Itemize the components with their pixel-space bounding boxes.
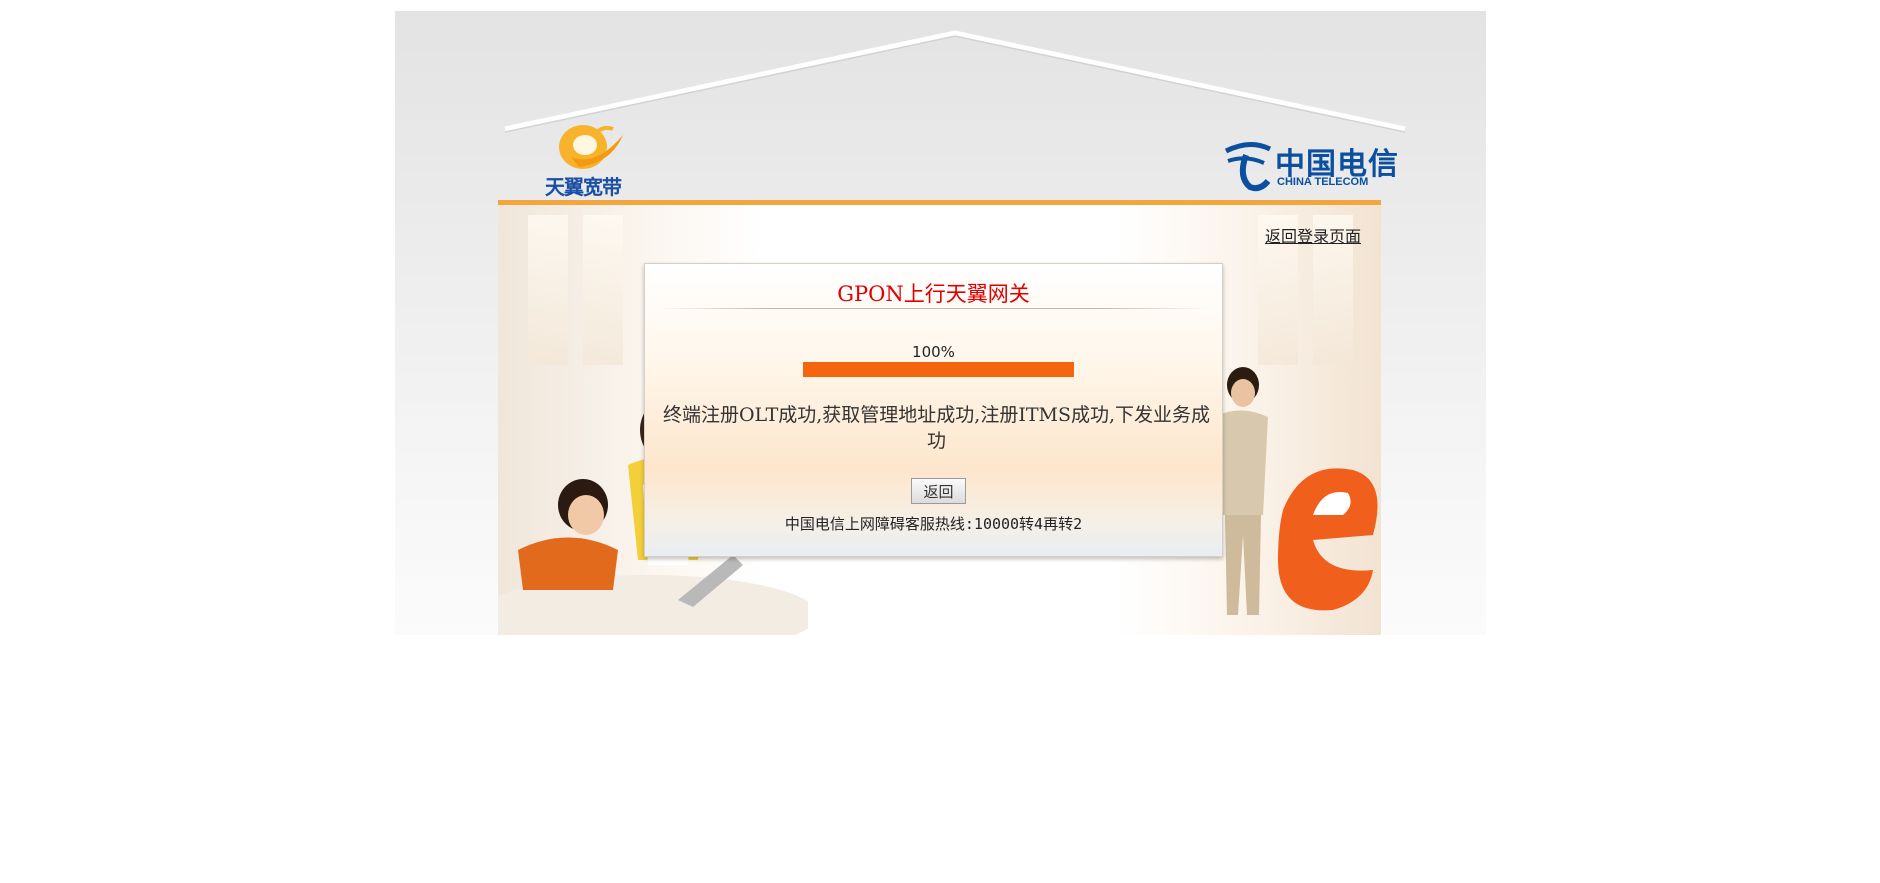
progress-bar <box>803 362 1074 377</box>
page-frame: 天翼宽带 中国电信 CHINA TELECOM 返回登录页面 GPON上行天翼网… <box>395 11 1486 635</box>
window-decoration <box>528 215 568 365</box>
back-button[interactable]: 返回 <box>911 478 966 504</box>
return-login-link[interactable]: 返回登录页面 <box>1265 223 1361 247</box>
main-panel: 返回登录页面 GPON上行天翼网关 100% 终端注册OLT成功,获取管理地址成… <box>498 200 1381 635</box>
tianyi-logo-text: 天翼宽带 <box>545 175 622 199</box>
dialog-title: GPON上行天翼网关 <box>837 282 1030 306</box>
support-hotline: 中国电信上网障碍客服热线:10000转4再转2 <box>784 515 1083 533</box>
china-telecom-name-en: CHINA TELECOM <box>1277 176 1369 188</box>
status-message: 终端注册OLT成功,获取管理地址成功,注册ITMS成功,下发业务成功 <box>662 404 1211 452</box>
progress-percent: 100% <box>912 343 955 361</box>
progress-bar-fill <box>803 362 1074 377</box>
status-dialog: GPON上行天翼网关 100% 终端注册OLT成功,获取管理地址成功,注册ITM… <box>644 263 1223 557</box>
window-decoration <box>583 215 623 365</box>
title-divider <box>659 308 1208 309</box>
